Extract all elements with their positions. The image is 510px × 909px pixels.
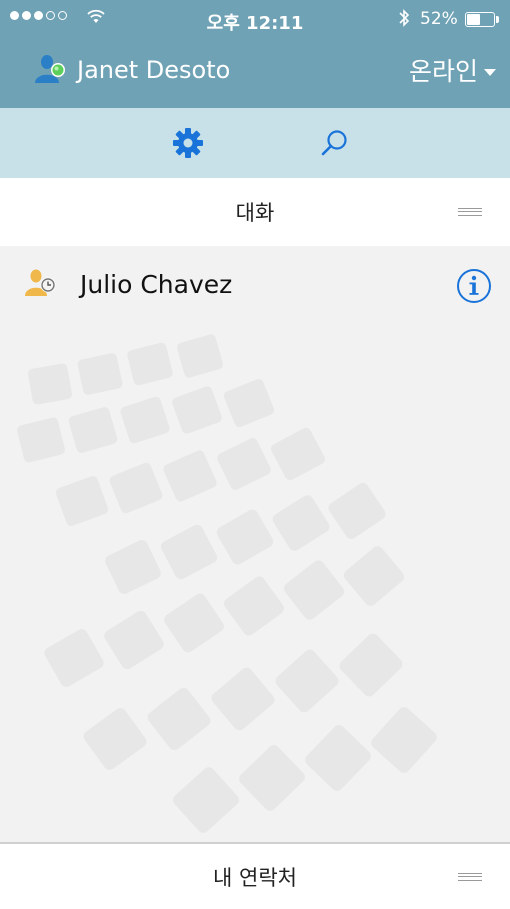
contact-name: Julio Chavez [80,270,233,299]
user-name: Janet Desoto [77,56,231,84]
contacts-title: 내 연락처 [213,865,297,890]
battery-percent: 52% [420,9,458,29]
contacts-section-header[interactable]: 내 연락처 [0,842,510,909]
battery-icon [465,12,495,27]
top-bar: 오후 12:11 52% Janet Desoto 온라인 [0,0,510,108]
app-screen: 오후 12:11 52% Janet Desoto 온라인 대화 Julio C… [0,0,510,909]
info-icon[interactable] [456,268,492,304]
presence-dropdown[interactable]: 온라인 [409,52,496,88]
background-pattern [17,334,437,833]
presence-label: 온라인 [408,57,478,86]
conversations-title: 대화 [235,201,275,225]
drag-handle-icon[interactable] [458,208,482,216]
user-online-icon[interactable] [34,53,68,85]
conversation-list: Julio Chavez [0,246,510,842]
drag-handle-icon[interactable] [458,872,482,881]
search-button[interactable] [312,121,356,165]
toolbar [0,108,510,178]
chevron-down-icon [484,68,496,76]
user-away-clock-icon [25,269,56,296]
title-bar: Janet Desoto 온라인 [0,40,510,108]
conversations-section-header[interactable]: 대화 [0,178,510,246]
conversation-item[interactable]: Julio Chavez [0,246,510,326]
search-icon [321,130,347,156]
gear-icon [173,128,203,158]
battery-tip [496,16,499,23]
bluetooth-icon [399,9,410,27]
status-bar: 오후 12:11 52% [0,0,510,40]
settings-button[interactable] [166,121,210,165]
